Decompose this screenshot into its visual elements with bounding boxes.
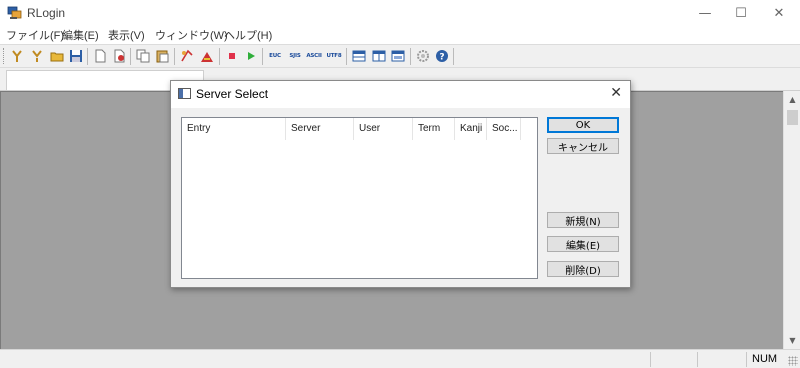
title-bar: RLogin — ☐ ✕ xyxy=(0,0,800,26)
ok-button[interactable]: OK xyxy=(547,117,619,133)
settings-gear-icon[interactable] xyxy=(415,48,431,64)
toolbar-separator xyxy=(346,48,347,65)
menu-edit[interactable]: 編集(E) xyxy=(62,27,99,43)
split-horizontal-icon[interactable] xyxy=(351,48,367,64)
copy-icon[interactable] xyxy=(135,48,151,64)
script-icon[interactable] xyxy=(199,48,215,64)
menu-bar: ファイル(F) 編集(E) 表示(V) ウィンドウ(W) ヘルプ(H) xyxy=(0,26,800,44)
encoding-euc-label: EUC xyxy=(269,53,281,59)
column-user[interactable]: User xyxy=(354,118,413,140)
encoding-sjis-label: SJIS xyxy=(289,53,301,59)
stop-icon[interactable] xyxy=(224,48,240,64)
menu-view[interactable]: 表示(V) xyxy=(108,27,145,43)
toolbar-separator xyxy=(174,48,175,65)
status-pane xyxy=(650,352,651,367)
dialog-title: Server Select xyxy=(196,87,269,101)
keyword-icon[interactable] xyxy=(179,48,195,64)
column-entry[interactable]: Entry xyxy=(182,118,286,140)
disconnect-icon[interactable] xyxy=(29,48,45,64)
encoding-euc-button[interactable]: EUC xyxy=(267,48,283,64)
play-icon[interactable] xyxy=(243,48,259,64)
toolbar-separator xyxy=(130,48,131,65)
paste-icon[interactable] xyxy=(154,48,170,64)
scroll-up-arrow-icon[interactable]: ▲ xyxy=(784,91,800,108)
column-socket[interactable]: Soc... xyxy=(487,118,521,140)
scroll-down-arrow-icon[interactable]: ▼ xyxy=(784,332,800,349)
new-document-icon[interactable] xyxy=(92,48,108,64)
encoding-ascii-button[interactable]: ASCII xyxy=(306,48,322,64)
encoding-sjis-button[interactable]: SJIS xyxy=(287,48,303,64)
toolbar: EUC SJIS ASCII UTF8 ? xyxy=(0,44,800,68)
menu-help[interactable]: ヘルプ(H) xyxy=(224,27,272,43)
column-kanji[interactable]: Kanji xyxy=(455,118,487,140)
toolbar-separator xyxy=(410,48,411,65)
toolbar-separator xyxy=(219,48,220,65)
server-select-dialog: Server Select ✕ Entry Server User Term K… xyxy=(170,80,631,288)
close-button[interactable]: ✕ xyxy=(760,0,798,26)
save-icon[interactable] xyxy=(68,48,84,64)
window-title: RLogin xyxy=(27,6,66,20)
num-lock-indicator: NUM xyxy=(752,353,778,365)
scroll-thumb[interactable] xyxy=(787,110,798,125)
dialog-window-icon xyxy=(178,88,191,99)
split-vertical-icon[interactable] xyxy=(371,48,387,64)
minimize-button[interactable]: — xyxy=(686,0,724,26)
properties-icon[interactable] xyxy=(111,48,127,64)
encoding-utf8-button[interactable]: UTF8 xyxy=(326,48,342,64)
status-bar: NUM xyxy=(0,349,800,368)
help-icon[interactable]: ? xyxy=(434,48,450,64)
column-server[interactable]: Server xyxy=(286,118,354,140)
column-term[interactable]: Term xyxy=(413,118,455,140)
server-list[interactable]: Entry Server User Term Kanji Soc... xyxy=(181,117,538,279)
status-pane xyxy=(697,352,698,367)
new-button[interactable]: 新規(N) xyxy=(547,212,619,228)
toolbar-separator xyxy=(453,48,454,65)
vertical-scrollbar[interactable]: ▲ ▼ xyxy=(783,91,800,349)
toolbar-separator xyxy=(262,48,263,65)
svg-text:?: ? xyxy=(439,53,444,63)
menu-window[interactable]: ウィンドウ(W) xyxy=(155,27,228,43)
split-over-icon[interactable] xyxy=(390,48,406,64)
encoding-ascii-label: ASCII xyxy=(306,53,322,59)
menu-file[interactable]: ファイル(F) xyxy=(6,27,64,43)
edit-button[interactable]: 編集(E) xyxy=(547,236,619,252)
delete-button[interactable]: 削除(D) xyxy=(547,261,619,277)
resize-grip[interactable] xyxy=(788,356,798,366)
toolbar-grip[interactable] xyxy=(3,48,5,64)
dialog-close-button[interactable]: ✕ xyxy=(610,85,622,101)
open-folder-icon[interactable] xyxy=(49,48,65,64)
toolbar-separator xyxy=(87,48,88,65)
maximize-button[interactable]: ☐ xyxy=(722,0,760,26)
connect-icon[interactable] xyxy=(9,48,25,64)
status-pane xyxy=(746,352,747,367)
dialog-title-bar[interactable]: Server Select ✕ xyxy=(171,81,630,108)
rlogin-app-icon xyxy=(7,6,22,20)
cancel-button[interactable]: キャンセル xyxy=(547,138,619,154)
server-list-header: Entry Server User Term Kanji Soc... xyxy=(182,118,523,140)
encoding-utf8-label: UTF8 xyxy=(326,53,342,59)
